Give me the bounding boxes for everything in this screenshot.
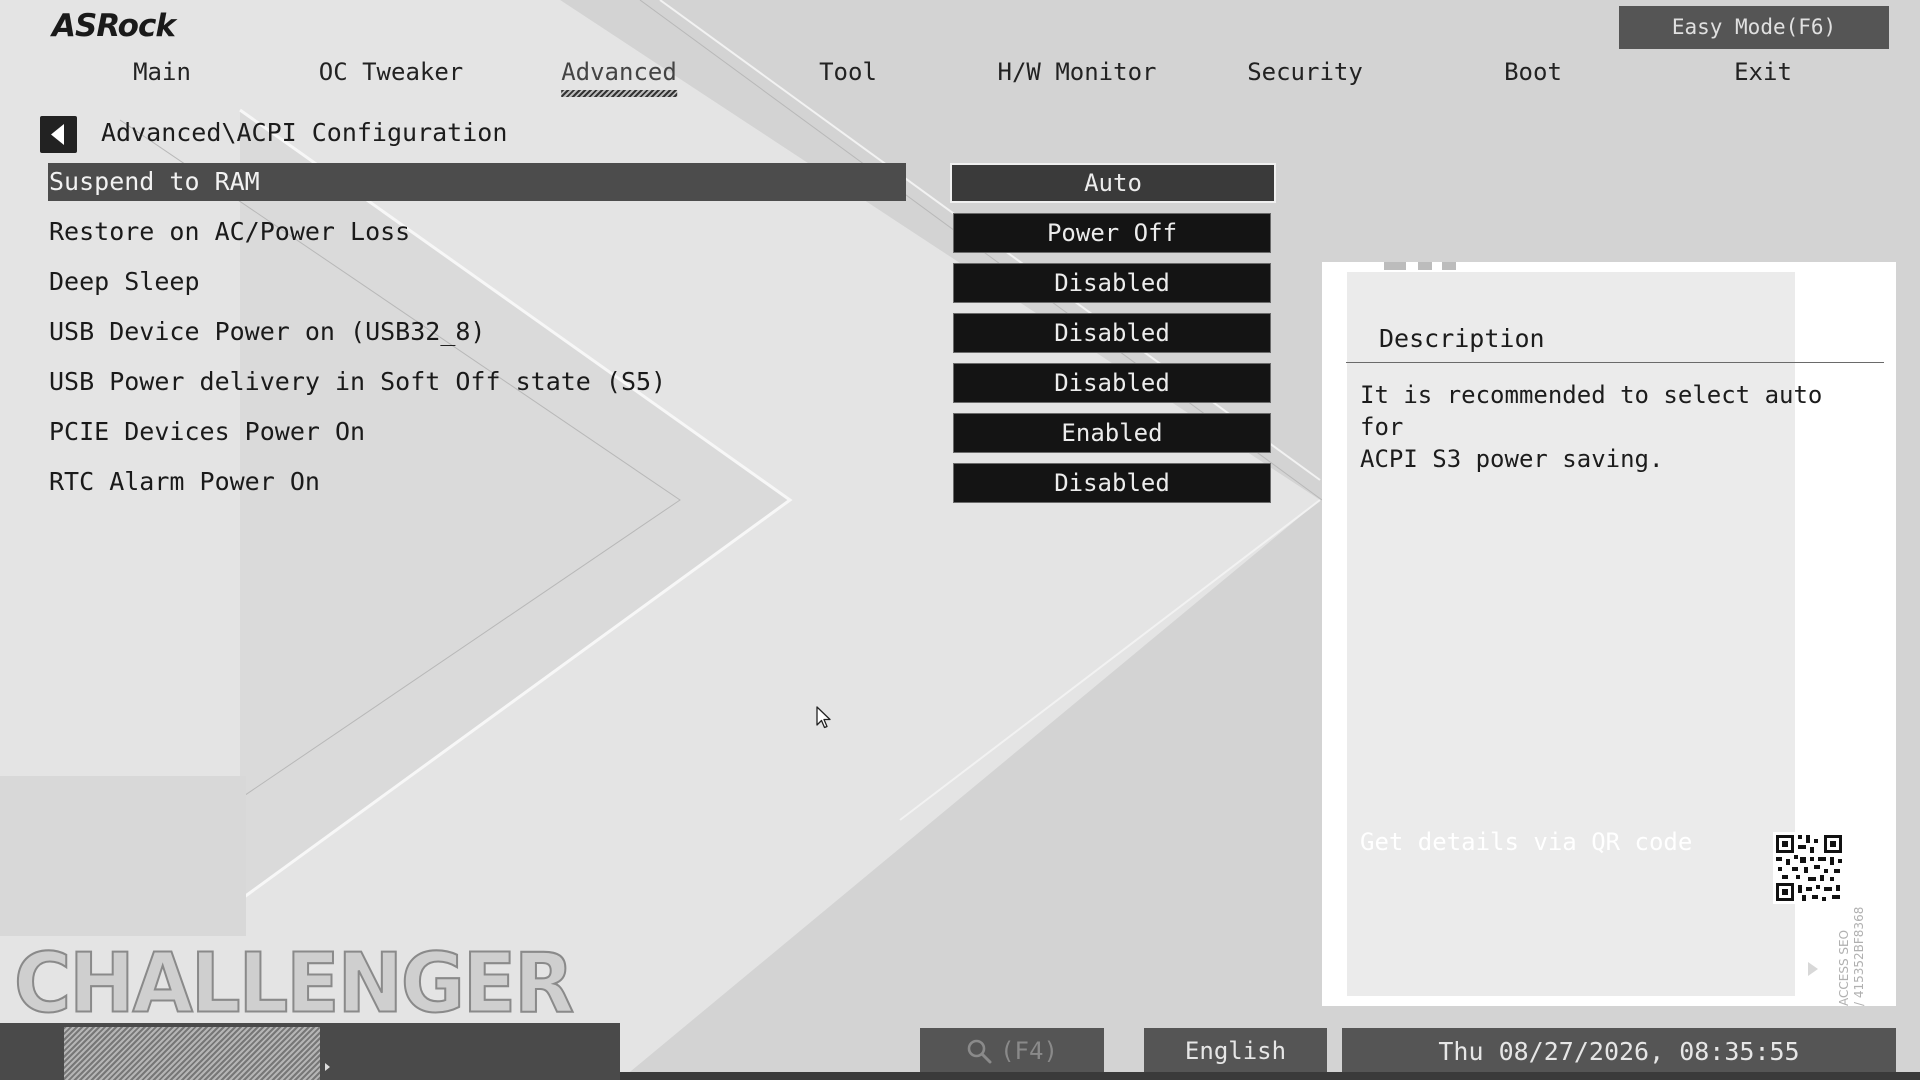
setting-label: USB Power delivery in Soft Off state (S5… (49, 367, 667, 396)
setting-label: PCIE Devices Power On (49, 417, 366, 446)
setting-rtc-alarm-power-on[interactable]: RTC Alarm Power On (48, 463, 906, 501)
asrock-logo: ASRock (52, 8, 176, 44)
description-line: ACPI S3 power saving. (1360, 445, 1664, 473)
setting-label: RTC Alarm Power On (49, 467, 320, 496)
challenger-watermark: CHALLENGER (13, 936, 575, 1032)
qr-label: Get details via QR code (1360, 828, 1693, 856)
description-panel: Description It is recommended to select … (1322, 262, 1896, 1006)
bottom-strip (620, 1072, 1920, 1080)
panel-notch (1384, 262, 1406, 270)
setting-label: Deep Sleep (49, 267, 200, 296)
qr-code (1773, 832, 1845, 904)
setting-label: Restore on AC/Power Loss (49, 217, 411, 246)
tab-tool[interactable]: Tool (819, 58, 877, 86)
hatch-pattern (64, 1027, 320, 1080)
description-text: It is recommended to select auto for ACP… (1360, 379, 1860, 475)
search-button[interactable]: (F4) (920, 1028, 1104, 1075)
panel-arrow-icon (1808, 962, 1818, 976)
setting-suspend-to-ram[interactable]: Suspend to RAM (48, 163, 906, 201)
setting-usb-power-delivery-s5[interactable]: USB Power delivery in Soft Off state (S5… (48, 363, 906, 401)
tab-hw-monitor[interactable]: H/W Monitor (998, 58, 1157, 86)
panel-notch (1442, 262, 1456, 270)
search-label: (F4) (1000, 1037, 1058, 1065)
setting-label: USB Device Power on (USB32_8) (49, 317, 486, 346)
value-restore-on-ac-power-loss[interactable]: Power Off (953, 213, 1271, 253)
value-suspend-to-ram[interactable]: Auto (950, 163, 1276, 203)
qr-side-text: ACCESS SEO / 415352BF8368 (1837, 907, 1867, 1006)
active-tab-underline (561, 90, 677, 97)
qr-side-line: ACCESS SEO (1837, 929, 1851, 1006)
mouse-pointer-icon (816, 706, 831, 729)
easy-mode-button[interactable]: Easy Mode(F6) (1619, 6, 1889, 49)
setting-restore-on-ac-power-loss[interactable]: Restore on AC/Power Loss (48, 213, 906, 251)
tab-main[interactable]: Main (133, 58, 191, 86)
language-button[interactable]: English (1144, 1028, 1327, 1075)
value-pcie-devices-power-on[interactable]: Enabled (953, 413, 1271, 453)
tab-security[interactable]: Security (1247, 58, 1363, 86)
panel-notch (1418, 262, 1432, 270)
description-divider (1346, 362, 1884, 363)
value-rtc-alarm-power-on[interactable]: Disabled (953, 463, 1271, 503)
search-icon (967, 1039, 992, 1064)
datetime-display: Thu 08/27/2026, 08:35:55 (1342, 1028, 1896, 1075)
tab-boot[interactable]: Boot (1504, 58, 1562, 86)
setting-deep-sleep[interactable]: Deep Sleep (48, 263, 906, 301)
tab-advanced-label: Advanced (561, 58, 677, 86)
value-usb-power-delivery-s5[interactable]: Disabled (953, 363, 1271, 403)
value-usb-device-power-on[interactable]: Disabled (953, 313, 1271, 353)
setting-pcie-devices-power-on[interactable]: PCIE Devices Power On (48, 413, 906, 451)
description-line: It is recommended to select auto for (1360, 381, 1823, 441)
description-title: Description (1379, 324, 1545, 353)
tab-advanced[interactable]: Advanced (561, 58, 677, 97)
tab-oc-tweaker[interactable]: OC Tweaker (319, 58, 464, 86)
value-deep-sleep[interactable]: Disabled (953, 263, 1271, 303)
back-button[interactable] (40, 116, 77, 153)
breadcrumb: Advanced\ACPI Configuration (101, 118, 508, 147)
qr-side-line: / 415352BF8368 (1852, 906, 1866, 1006)
back-arrow-icon (51, 124, 64, 145)
setting-label: Suspend to RAM (49, 167, 260, 196)
bottom-left-bar (0, 1023, 620, 1080)
main-nav: Main OC Tweaker Advanced Tool H/W Monito… (0, 58, 1920, 104)
setting-usb-device-power-on[interactable]: USB Device Power on (USB32_8) (48, 313, 906, 351)
small-arrow-icon (325, 1063, 330, 1071)
tab-exit[interactable]: Exit (1734, 58, 1792, 86)
